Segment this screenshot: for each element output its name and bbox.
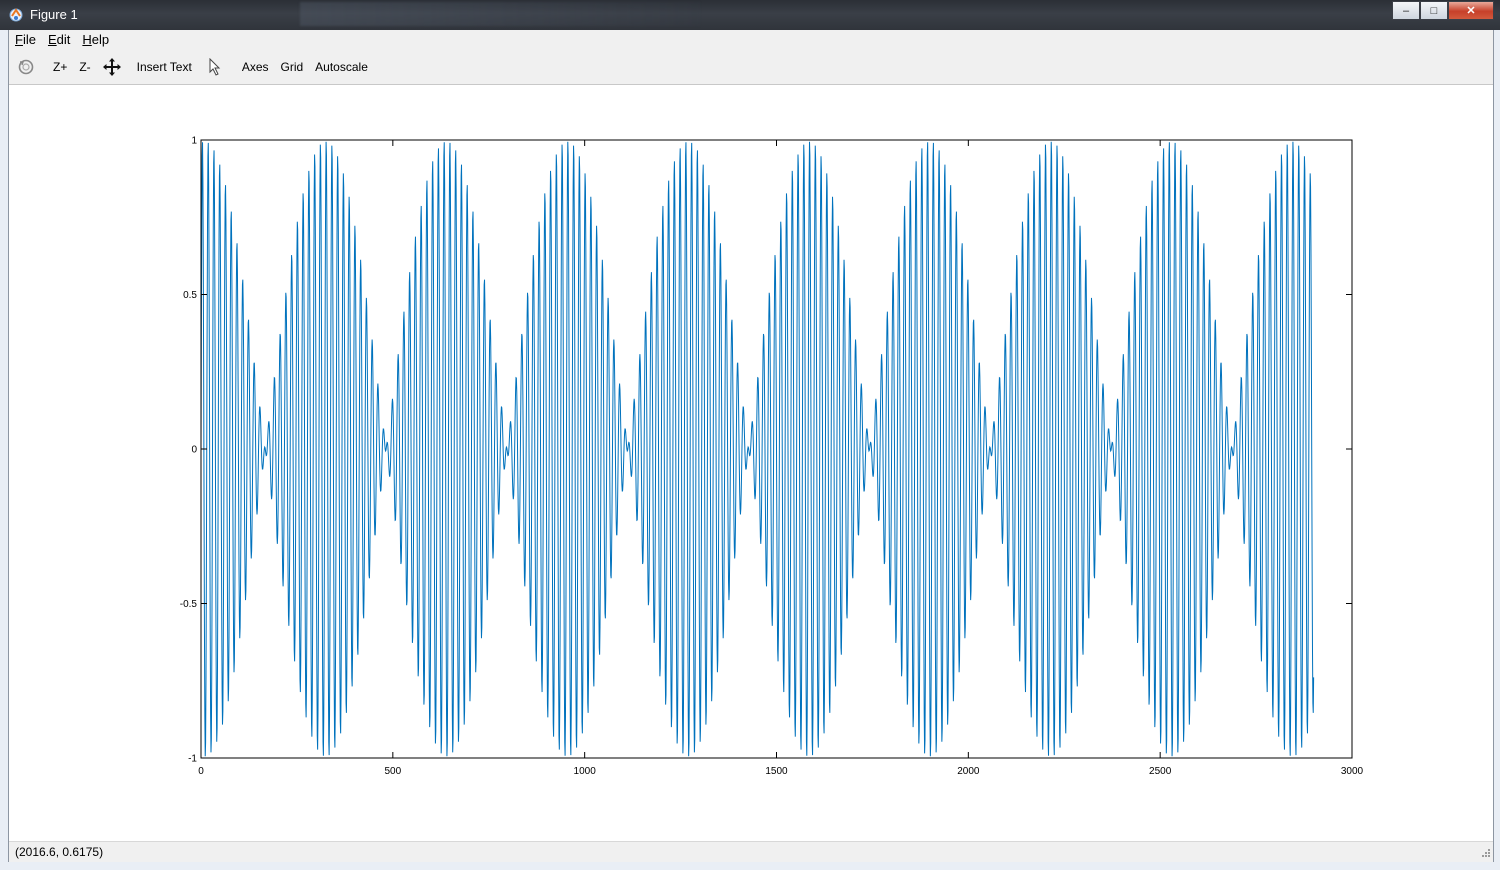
octave-app-icon — [9, 8, 23, 22]
minimize-button[interactable]: ‒ — [1392, 1, 1420, 20]
y-tick-label: 0 — [191, 445, 197, 456]
client-area: File Edit Help Z+ Z- Insert Text Axes Gr… — [8, 30, 1494, 862]
y-tick-label: -0.5 — [180, 599, 198, 610]
figure-toolbar: Z+ Z- Insert Text Axes Grid Autoscale — [9, 50, 1493, 85]
menu-file[interactable]: File — [9, 30, 42, 50]
x-tick-label: 0 — [198, 766, 204, 777]
pan-icon — [102, 58, 121, 76]
select-button[interactable] — [202, 54, 228, 80]
menu-bar: File Edit Help — [9, 30, 1493, 50]
x-tick-label: 1000 — [574, 766, 597, 777]
window-title: Figure 1 — [30, 7, 78, 22]
insert-text-button[interactable]: Insert Text — [131, 54, 198, 80]
pointer-icon — [209, 58, 221, 76]
x-tick-label: 3000 — [1341, 766, 1364, 777]
zoom-out-button[interactable]: Z- — [73, 54, 96, 80]
close-button[interactable]: ✕ — [1448, 1, 1494, 20]
figure-canvas[interactable]: 0 500 1000 1500 2000 2500 3000 1 0.5 0 -0.5 -1 — [9, 85, 1493, 841]
y-tick-label: 0.5 — [183, 290, 197, 301]
figure-window: Figure 1 ‒ □ ✕ File Edit Help Z+ Z- Inse… — [0, 0, 1500, 870]
grid-button[interactable]: Grid — [275, 54, 310, 80]
title-bar[interactable]: Figure 1 ‒ □ ✕ — [0, 0, 1500, 30]
maximize-button[interactable]: □ — [1420, 1, 1448, 20]
x-tick-label: 500 — [384, 766, 401, 777]
x-tick-label: 2500 — [1149, 766, 1172, 777]
resize-grip-icon[interactable] — [1479, 848, 1491, 860]
rotate-icon — [18, 59, 34, 75]
x-tick-label: 1500 — [765, 766, 788, 777]
menu-edit[interactable]: Edit — [42, 30, 76, 50]
status-bar: (2016.6, 0.6175) — [9, 841, 1493, 862]
menu-help[interactable]: Help — [76, 30, 115, 50]
pan-button[interactable] — [97, 54, 127, 80]
zoom-in-button[interactable]: Z+ — [47, 54, 73, 80]
axes-button[interactable]: Axes — [236, 54, 275, 80]
x-tick-label: 2000 — [957, 766, 980, 777]
y-tick-label: 1 — [191, 136, 197, 147]
data-series-line — [200, 141, 1315, 757]
plot-axes[interactable]: 0 500 1000 1500 2000 2500 3000 1 0.5 0 -0.5 -1 — [9, 85, 1493, 841]
autoscale-button[interactable]: Autoscale — [309, 54, 374, 80]
cursor-coordinates: (2016.6, 0.6175) — [15, 845, 104, 859]
rotate-button[interactable] — [11, 54, 41, 80]
y-tick-label: -1 — [188, 754, 197, 765]
